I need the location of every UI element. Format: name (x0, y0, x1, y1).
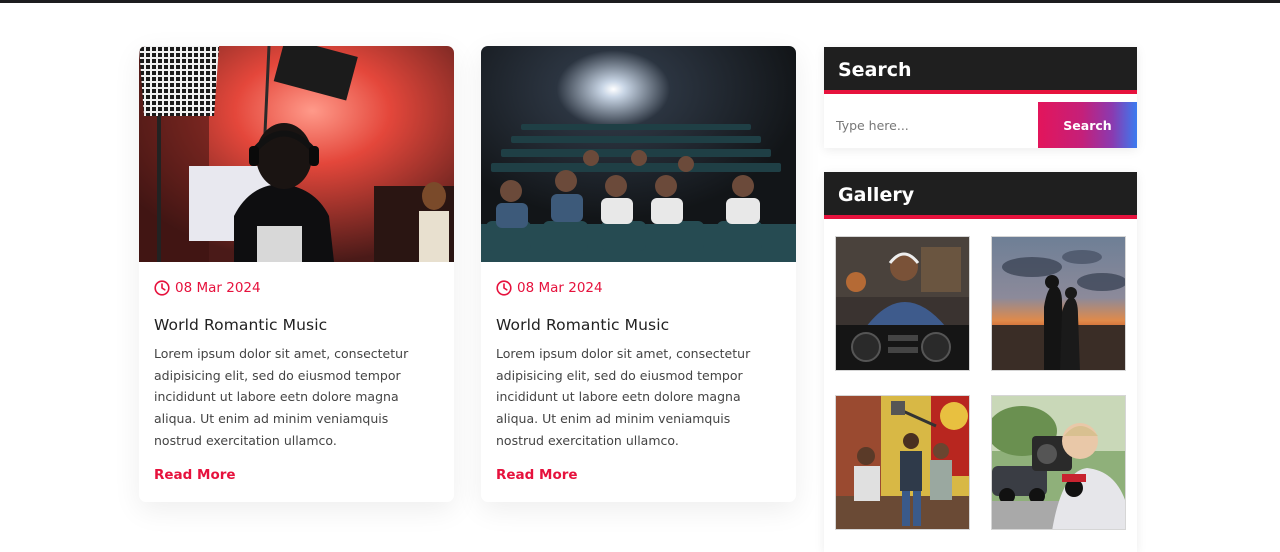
post-date: 08 Mar 2024 (496, 278, 781, 298)
gallery-image[interactable] (991, 236, 1126, 371)
clock-icon (154, 280, 170, 296)
widget-title: Gallery (824, 172, 1137, 219)
top-bar (0, 0, 1280, 3)
gallery-widget: Gallery (824, 172, 1137, 552)
search-button[interactable]: Search (1038, 102, 1137, 148)
post-date-text: 08 Mar 2024 (517, 280, 603, 296)
read-more-link[interactable]: Read More (154, 467, 236, 483)
post-image[interactable] (139, 46, 454, 262)
post-title[interactable]: World Romantic Music (496, 316, 781, 334)
post-date: 08 Mar 2024 (154, 278, 439, 298)
search-input[interactable] (824, 102, 1038, 148)
post-card: 08 Mar 2024 World Romantic Music Lorem i… (139, 46, 454, 502)
search-form: Search (824, 102, 1137, 148)
post-card: 08 Mar 2024 World Romantic Music Lorem i… (481, 46, 796, 502)
post-excerpt: Lorem ipsum dolor sit amet, consectetur … (154, 346, 409, 448)
gallery-image[interactable] (835, 395, 970, 530)
post-excerpt: Lorem ipsum dolor sit amet, consectetur … (496, 346, 751, 448)
gallery-image[interactable] (835, 236, 970, 371)
post-date-text: 08 Mar 2024 (175, 280, 261, 296)
search-widget: Search Search (824, 47, 1137, 148)
read-more-link[interactable]: Read More (496, 467, 578, 483)
clock-icon (496, 280, 512, 296)
widget-title: Search (824, 47, 1137, 94)
post-image[interactable] (481, 46, 796, 262)
gallery-image[interactable] (991, 395, 1126, 530)
post-title[interactable]: World Romantic Music (154, 316, 439, 334)
